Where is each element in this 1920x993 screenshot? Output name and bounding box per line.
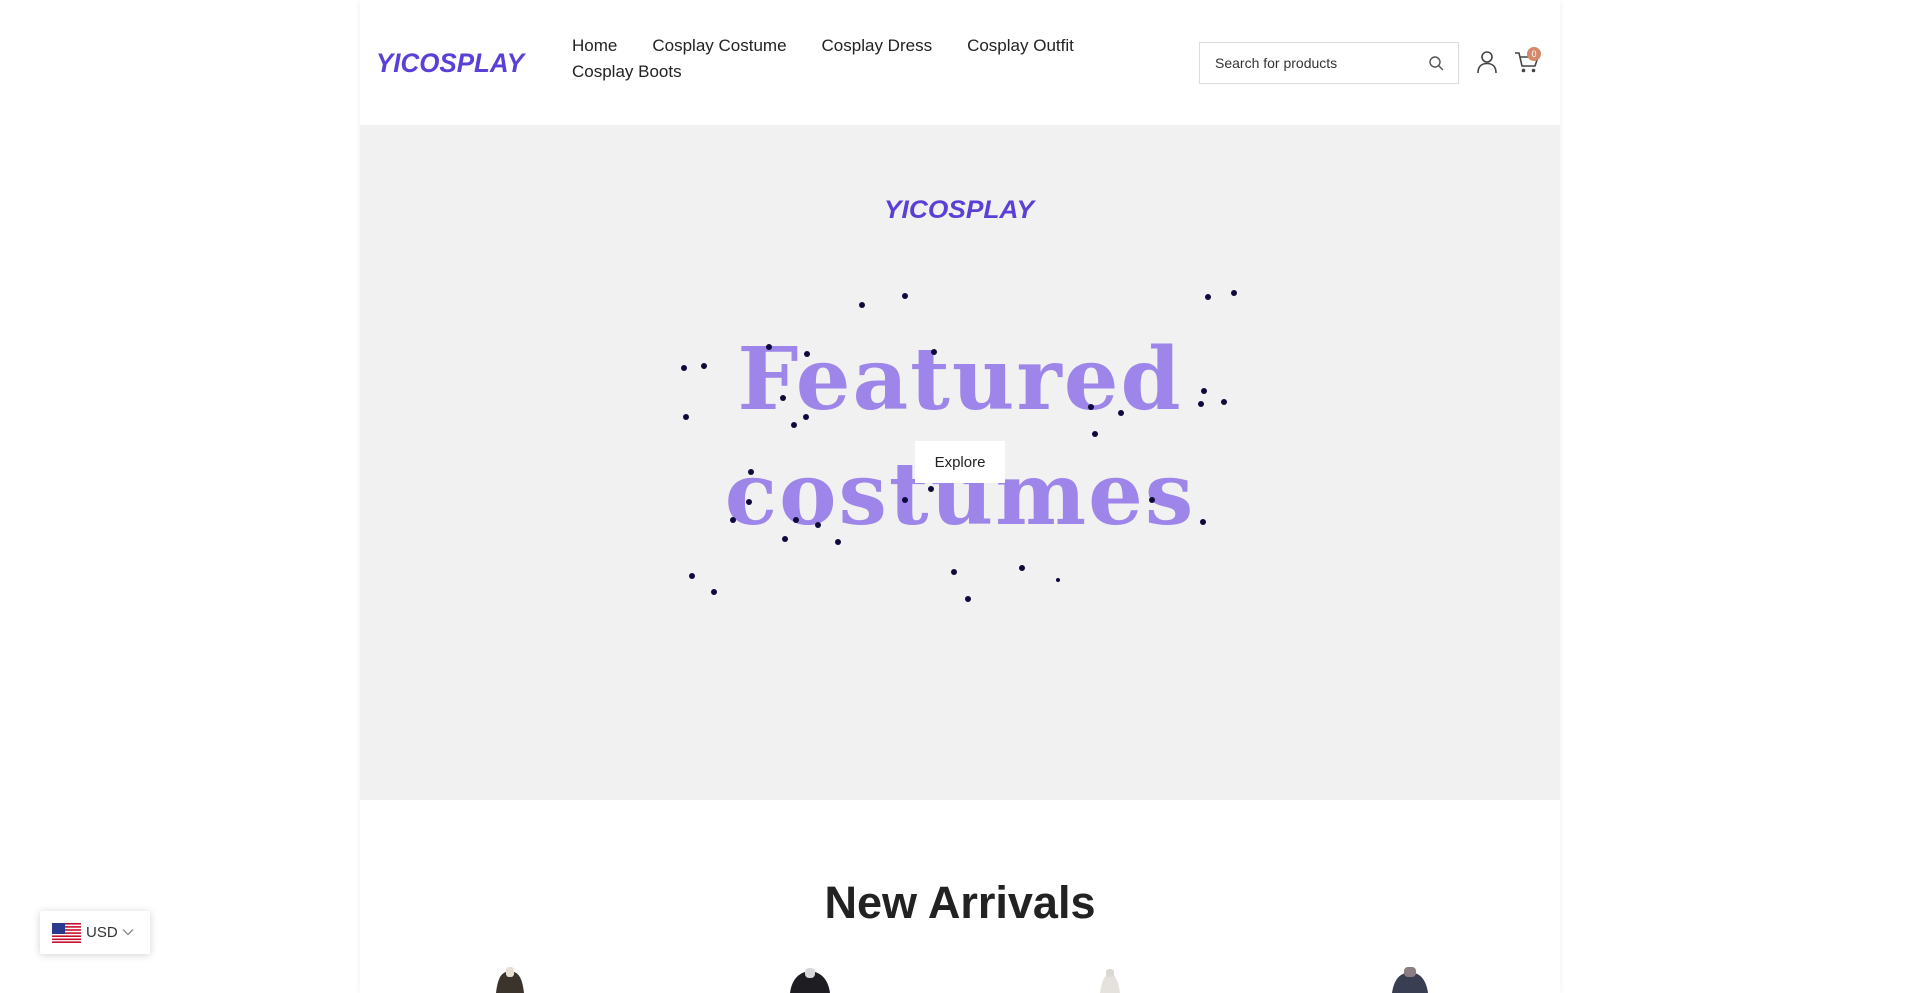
currency-code: USD	[86, 924, 118, 941]
product-image[interactable]	[1380, 964, 1440, 993]
product-image[interactable]	[780, 964, 840, 993]
product-image[interactable]	[480, 964, 540, 993]
new-arrivals-products	[360, 964, 1560, 993]
site-logo[interactable]: YICOSPLAY	[376, 44, 526, 80]
cart-count-badge: 0	[1527, 47, 1541, 61]
explore-button[interactable]: Explore	[915, 441, 1005, 483]
user-icon[interactable]	[1476, 50, 1498, 74]
svg-text:YICOSPLAY: YICOSPLAY	[376, 48, 526, 78]
search-box	[1199, 42, 1459, 84]
hero-banner[interactable]: YICOSPLAY Featured costumes Explore	[360, 125, 1560, 800]
search-icon[interactable]	[1428, 55, 1444, 71]
nav-cosplay-dress[interactable]: Cosplay Dress	[822, 36, 933, 56]
search-input[interactable]	[1200, 43, 1420, 83]
new-arrivals-title: New Arrivals	[824, 877, 1096, 928]
nav-cosplay-costume[interactable]: Cosplay Costume	[652, 36, 786, 56]
currency-selector[interactable]: USD	[40, 911, 150, 954]
page-container: YICOSPLAY Home Cosplay Costume Cosplay D…	[360, 0, 1560, 993]
nav-cosplay-boots[interactable]: Cosplay Boots	[572, 62, 682, 82]
us-flag-icon	[52, 923, 81, 943]
site-header: YICOSPLAY Home Cosplay Costume Cosplay D…	[360, 0, 1560, 125]
main-nav: Home Cosplay Costume Cosplay Dress Cospl…	[572, 36, 1112, 82]
product-image[interactable]	[1080, 964, 1140, 993]
nav-home[interactable]: Home	[572, 36, 617, 56]
nav-cosplay-outfit[interactable]: Cosplay Outfit	[967, 36, 1074, 56]
chevron-down-icon	[122, 929, 134, 936]
